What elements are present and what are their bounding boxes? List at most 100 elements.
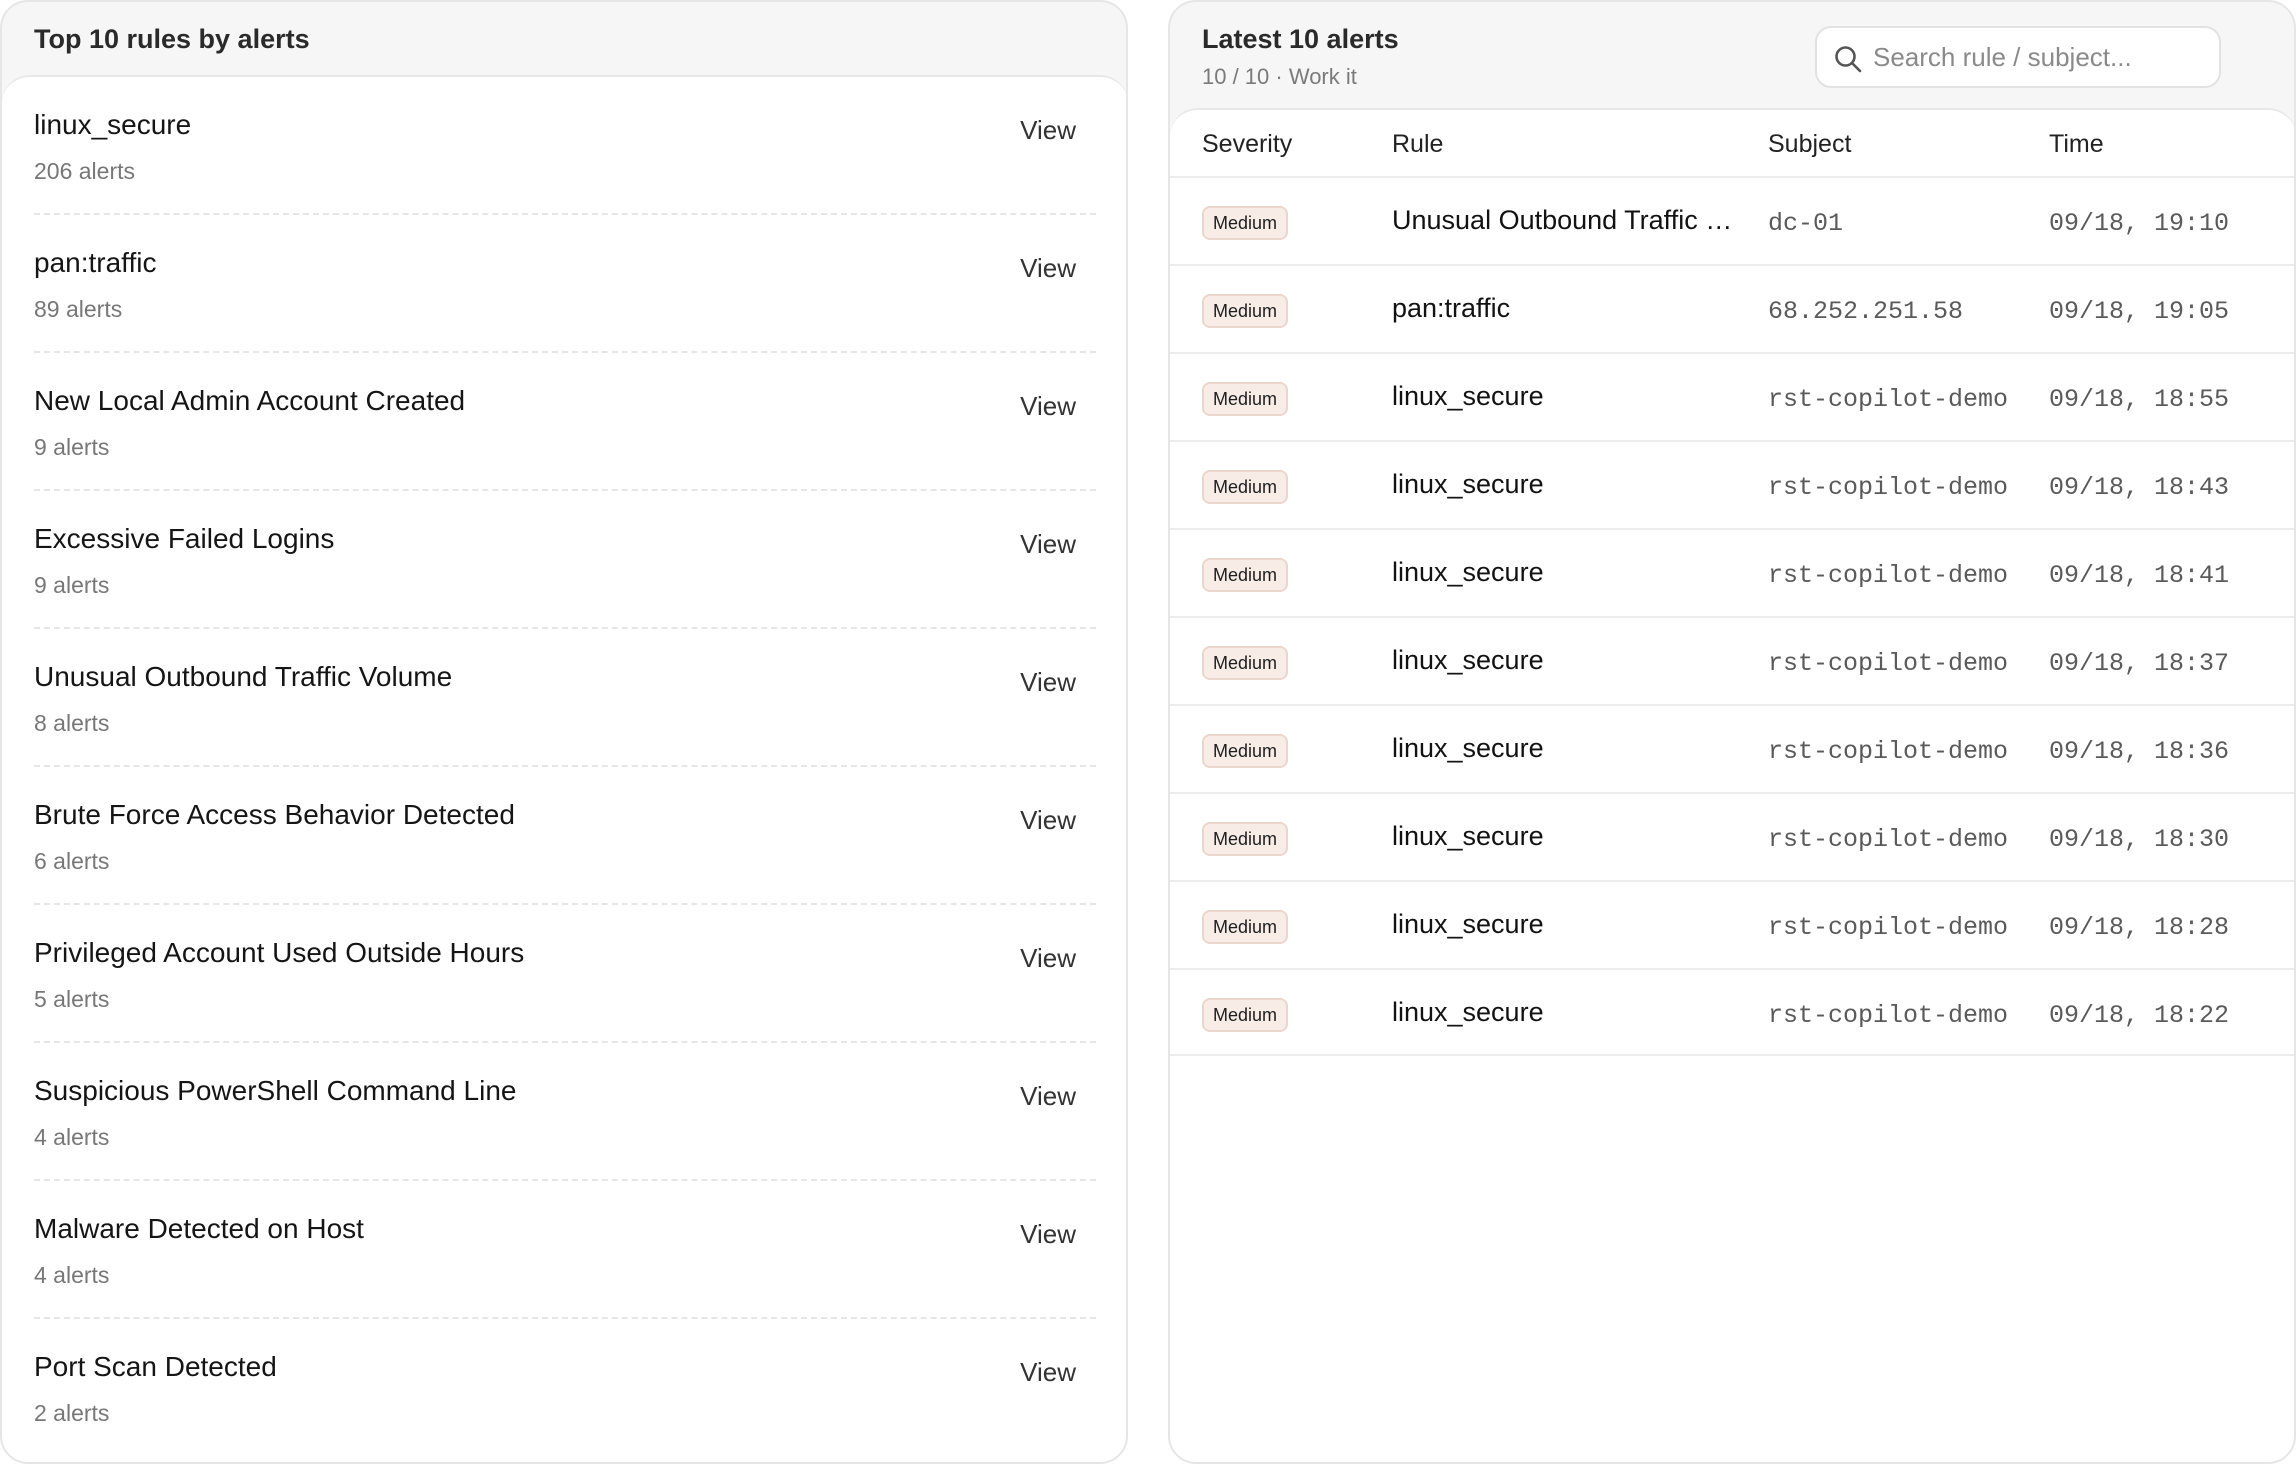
view-rule-button[interactable]: View (1020, 1081, 1076, 1112)
rule-row: pan:traffic 89 alerts View (34, 215, 1096, 353)
view-rule-button[interactable]: View (1020, 1357, 1076, 1388)
alert-time: 09/18, 18:30 (2049, 825, 2230, 854)
severity-badge: Medium (1202, 470, 1289, 504)
view-rule-button[interactable]: View (1020, 667, 1076, 698)
top-rules-title: Top 10 rules by alerts (34, 24, 310, 54)
rule-alert-count: 2 alerts (34, 1400, 110, 1426)
alert-rule: linux_secure (1392, 733, 1544, 763)
rule-name: Privileged Account Used Outside Hours (34, 937, 525, 968)
latest-alerts-subtitle: 10 / 10 · Work it (1202, 64, 1357, 89)
rule-name: Excessive Failed Logins (34, 523, 335, 554)
severity-badge: Medium (1202, 822, 1289, 856)
severity-badge: Medium (1202, 734, 1289, 768)
rule-name: Port Scan Detected (34, 1351, 277, 1382)
search-icon (1833, 44, 1863, 74)
severity-badge: Medium (1202, 558, 1289, 592)
search-box[interactable] (1815, 26, 2221, 88)
alert-subject: rst-copilot-demo (1768, 913, 2009, 942)
table-row[interactable]: Medium pan:traffic 68.252.251.58 09/18, … (1170, 264, 2294, 352)
table-row[interactable]: Medium linux_secure rst-copilot-demo 09/… (1170, 352, 2294, 440)
rule-name: pan:traffic (34, 247, 157, 278)
alert-rule: linux_secure (1392, 469, 1544, 499)
rule-alert-count: 8 alerts (34, 710, 110, 736)
alert-rule: linux_secure (1392, 909, 1544, 939)
rule-row: Excessive Failed Logins 9 alerts View (34, 491, 1096, 629)
rule-alert-count: 89 alerts (34, 296, 123, 322)
severity-badge: Medium (1202, 646, 1289, 680)
alert-rule: Unusual Outbound Traffic Volume (1392, 205, 1737, 235)
column-header-rule[interactable]: Rule (1392, 130, 1443, 159)
alert-subject: dc-01 (1768, 209, 1844, 238)
column-header-time[interactable]: Time (2049, 130, 2104, 159)
rule-row: Unusual Outbound Traffic Volume 8 alerts… (34, 629, 1096, 767)
view-rule-button[interactable]: View (1020, 529, 1076, 560)
table-row[interactable]: Medium linux_secure rst-copilot-demo 09/… (1170, 440, 2294, 528)
table-row[interactable]: Medium linux_secure rst-copilot-demo 09/… (1170, 704, 2294, 792)
view-rule-button[interactable]: View (1020, 805, 1076, 836)
alert-subject: 68.252.251.58 (1768, 297, 1964, 326)
alert-time: 09/18, 18:41 (2049, 561, 2230, 590)
rule-alert-count: 4 alerts (34, 1262, 110, 1288)
alert-rule: linux_secure (1392, 381, 1544, 411)
rule-alert-count: 5 alerts (34, 986, 110, 1012)
alert-rule: linux_secure (1392, 645, 1544, 675)
alert-time: 09/18, 18:22 (2049, 1001, 2230, 1030)
rule-row: New Local Admin Account Created 9 alerts… (34, 353, 1096, 491)
view-rule-button[interactable]: View (1020, 115, 1076, 146)
alert-rule: linux_secure (1392, 557, 1544, 587)
table-row[interactable]: Medium linux_secure rst-copilot-demo 09/… (1170, 528, 2294, 616)
severity-badge: Medium (1202, 998, 1289, 1032)
alert-subject: rst-copilot-demo (1768, 737, 2009, 766)
top-rules-list: linux_secure 206 alerts View pan:traffic… (2, 75, 1126, 1462)
rule-name: Malware Detected on Host (34, 1213, 364, 1244)
rule-name: Brute Force Access Behavior Detected (34, 799, 515, 830)
rule-alert-count: 6 alerts (34, 848, 110, 874)
alert-rule: pan:traffic (1392, 293, 1511, 323)
table-row[interactable]: Medium linux_secure rst-copilot-demo 09/… (1170, 616, 2294, 704)
view-rule-button[interactable]: View (1020, 391, 1076, 422)
rule-name: Unusual Outbound Traffic Volume (34, 661, 453, 692)
severity-badge: Medium (1202, 910, 1289, 944)
search-input[interactable] (1873, 28, 2213, 86)
table-row[interactable]: Medium linux_secure rst-copilot-demo 09/… (1170, 968, 2294, 1056)
rule-row: Brute Force Access Behavior Detected 6 a… (34, 767, 1096, 905)
top-rules-panel: Top 10 rules by alerts linux_secure 206 … (0, 0, 1128, 1464)
rule-alert-count: 9 alerts (34, 572, 110, 598)
rule-row: Port Scan Detected 2 alerts View (34, 1319, 1096, 1457)
alert-time: 09/18, 19:05 (2049, 297, 2230, 326)
alert-subject: rst-copilot-demo (1768, 561, 2009, 590)
rule-name: Suspicious PowerShell Command Line (34, 1075, 517, 1106)
alert-rule: linux_secure (1392, 997, 1544, 1027)
alert-time: 09/18, 18:37 (2049, 649, 2230, 678)
alert-subject: rst-copilot-demo (1768, 649, 2009, 678)
severity-badge: Medium (1202, 206, 1289, 240)
alert-subject: rst-copilot-demo (1768, 825, 2009, 854)
alert-subject: rst-copilot-demo (1768, 385, 2009, 414)
rule-row: Malware Detected on Host 4 alerts View (34, 1181, 1096, 1319)
column-header-subject[interactable]: Subject (1768, 130, 1851, 159)
alert-time: 09/18, 18:43 (2049, 473, 2230, 502)
rule-alert-count: 4 alerts (34, 1124, 110, 1150)
view-rule-button[interactable]: View (1020, 943, 1076, 974)
alert-time: 09/18, 19:10 (2049, 209, 2230, 238)
alert-rule: linux_secure (1392, 821, 1544, 851)
view-rule-button[interactable]: View (1020, 253, 1076, 284)
rule-name: New Local Admin Account Created (34, 385, 466, 416)
latest-alerts-panel: Latest 10 alerts 10 / 10 · Work it Sever… (1168, 0, 2296, 1464)
severity-badge: Medium (1202, 382, 1289, 416)
alert-subject: rst-copilot-demo (1768, 473, 2009, 502)
table-row[interactable]: Medium linux_secure rst-copilot-demo 09/… (1170, 880, 2294, 968)
rule-name: linux_secure (34, 109, 192, 140)
column-header-severity[interactable]: Severity (1202, 130, 1292, 159)
alert-time: 09/18, 18:28 (2049, 913, 2230, 942)
table-row[interactable]: Medium linux_secure rst-copilot-demo 09/… (1170, 792, 2294, 880)
rule-alert-count: 206 alerts (34, 158, 136, 184)
alert-time: 09/18, 18:55 (2049, 385, 2230, 414)
alert-subject: rst-copilot-demo (1768, 1001, 2009, 1030)
view-rule-button[interactable]: View (1020, 1219, 1076, 1250)
rule-row: Suspicious PowerShell Command Line 4 ale… (34, 1043, 1096, 1181)
latest-alerts-title: Latest 10 alerts (1202, 24, 1399, 54)
alerts-table: Severity Rule Subject Time Medium Unusua… (1170, 108, 2294, 1462)
rule-row: Privileged Account Used Outside Hours 5 … (34, 905, 1096, 1043)
table-row[interactable]: Medium Unusual Outbound Traffic Volume d… (1170, 176, 2294, 264)
